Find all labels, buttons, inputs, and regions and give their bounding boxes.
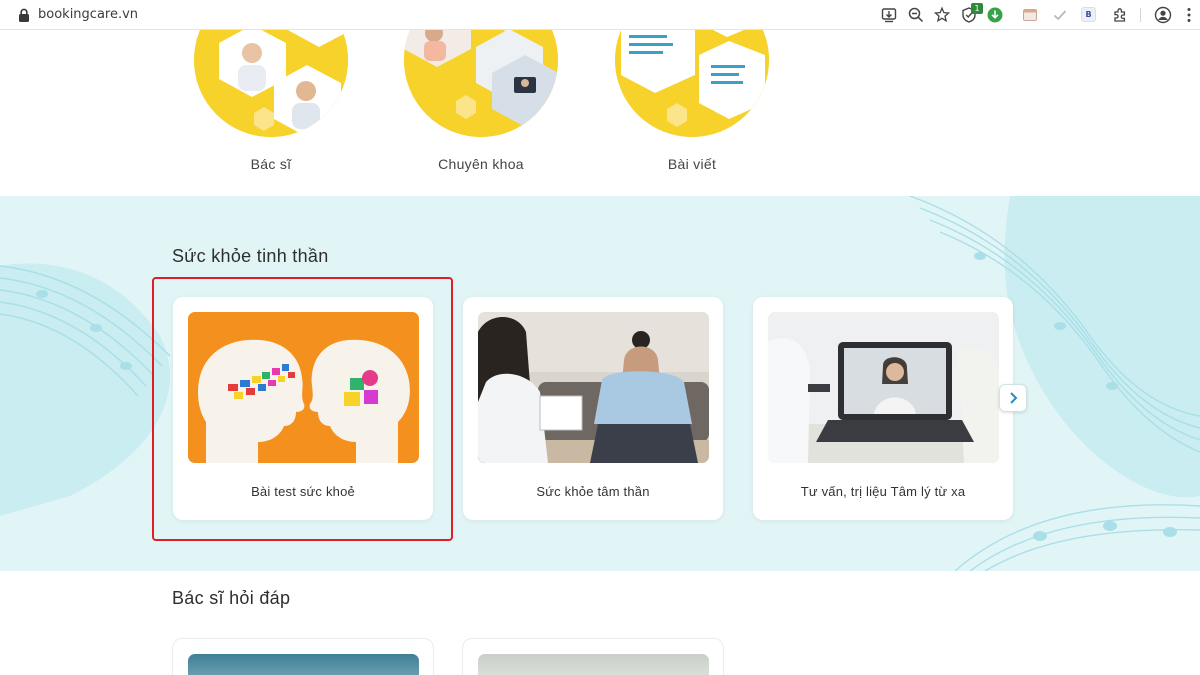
qa-card-2-image: [478, 654, 709, 675]
card-remote-therapy[interactable]: Tư vấn, trị liệu Tâm lý từ xa: [753, 297, 1013, 520]
highlight-box: [152, 277, 453, 541]
lock-icon[interactable]: [18, 8, 30, 22]
bookmark-star-icon[interactable]: [933, 6, 951, 24]
card-mental-health[interactable]: Sức khỏe tâm thần: [463, 297, 723, 520]
install-app-icon[interactable]: [880, 6, 898, 24]
carousel-next-button[interactable]: [999, 384, 1027, 412]
calendar-extension-icon[interactable]: [1021, 6, 1039, 24]
extension-count-badge: 1: [971, 3, 983, 14]
doctor-qa-title: Bác sĩ hỏi đáp: [172, 588, 291, 608]
qa-card-1-image: [188, 654, 419, 675]
check-extension-icon[interactable]: [1051, 6, 1069, 24]
profile-avatar-icon[interactable]: [1154, 6, 1172, 24]
qa-card-2[interactable]: [462, 638, 724, 675]
mental-health-image: [478, 312, 709, 463]
browser-toolbar: bookingcare.vn 1 B: [0, 0, 1200, 30]
browser-menu-icon[interactable]: [1180, 6, 1198, 24]
download-extension-icon[interactable]: [986, 6, 1004, 24]
zoom-out-icon[interactable]: [907, 6, 925, 24]
category-label-doctors[interactable]: Bác sĩ: [194, 156, 348, 172]
toolbar-separator: [1140, 8, 1141, 22]
mental-health-title: Sức khỏe tinh thần: [172, 246, 329, 266]
puzzle-extensions-icon[interactable]: [1111, 6, 1129, 24]
b-extension-icon[interactable]: B: [1081, 7, 1096, 22]
card-label-mental-health[interactable]: Sức khỏe tâm thần: [463, 484, 723, 499]
category-label-articles[interactable]: Bài viết: [615, 156, 769, 172]
qa-card-1[interactable]: [172, 638, 434, 675]
category-label-specialties[interactable]: Chuyên khoa: [404, 156, 558, 172]
address-bar-url[interactable]: bookingcare.vn: [38, 7, 138, 22]
card-label-remote-therapy[interactable]: Tư vấn, trị liệu Tâm lý từ xa: [753, 484, 1013, 499]
remote-therapy-image: [768, 312, 999, 463]
chevron-right-icon: [1010, 392, 1018, 404]
